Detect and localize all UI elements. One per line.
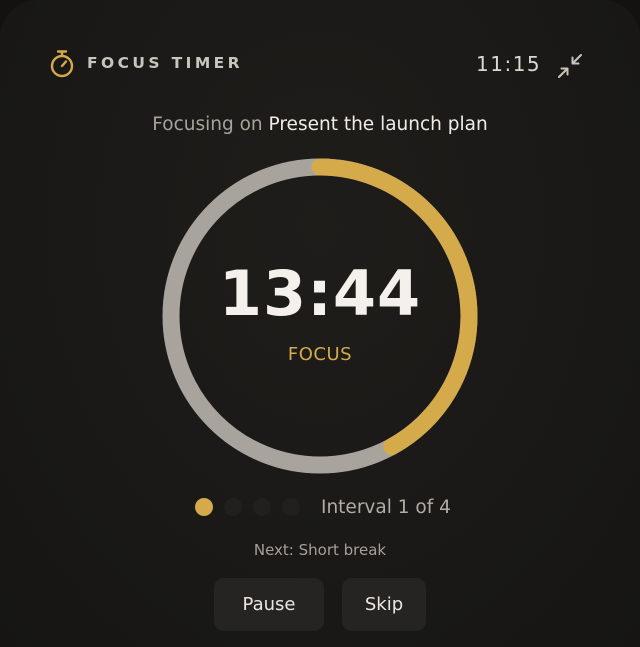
interval-dot <box>253 498 271 516</box>
stopwatch-icon <box>50 50 74 78</box>
next-session-label: Next: Short break <box>253 541 387 559</box>
header: FOCUS TIMER 11:15 <box>0 0 640 130</box>
focus-task-line: Focusing on Present the launch plan <box>0 112 640 138</box>
focus-task-prefix: Focusing on <box>152 114 263 135</box>
interval-dot <box>224 498 242 516</box>
collapse-arrows-icon <box>558 54 582 78</box>
timer-mode: FOCUS <box>287 344 353 365</box>
focus-task-name: Present the launch plan <box>268 114 488 135</box>
interval-dot <box>195 498 213 516</box>
focus-timer-panel: FOCUS TIMER 11:15 Focusing on Present th… <box>0 0 640 647</box>
time-remaining: 13:44 <box>218 257 422 330</box>
interval-dot <box>282 498 300 516</box>
interval-label: Interval 1 of 4 <box>321 497 451 518</box>
pause-button[interactable]: Pause <box>214 578 324 631</box>
app-title: FOCUS TIMER <box>87 54 243 72</box>
skip-button[interactable]: Skip <box>342 578 426 631</box>
collapse-button[interactable] <box>556 52 584 80</box>
clock: 11:15 <box>476 52 542 76</box>
